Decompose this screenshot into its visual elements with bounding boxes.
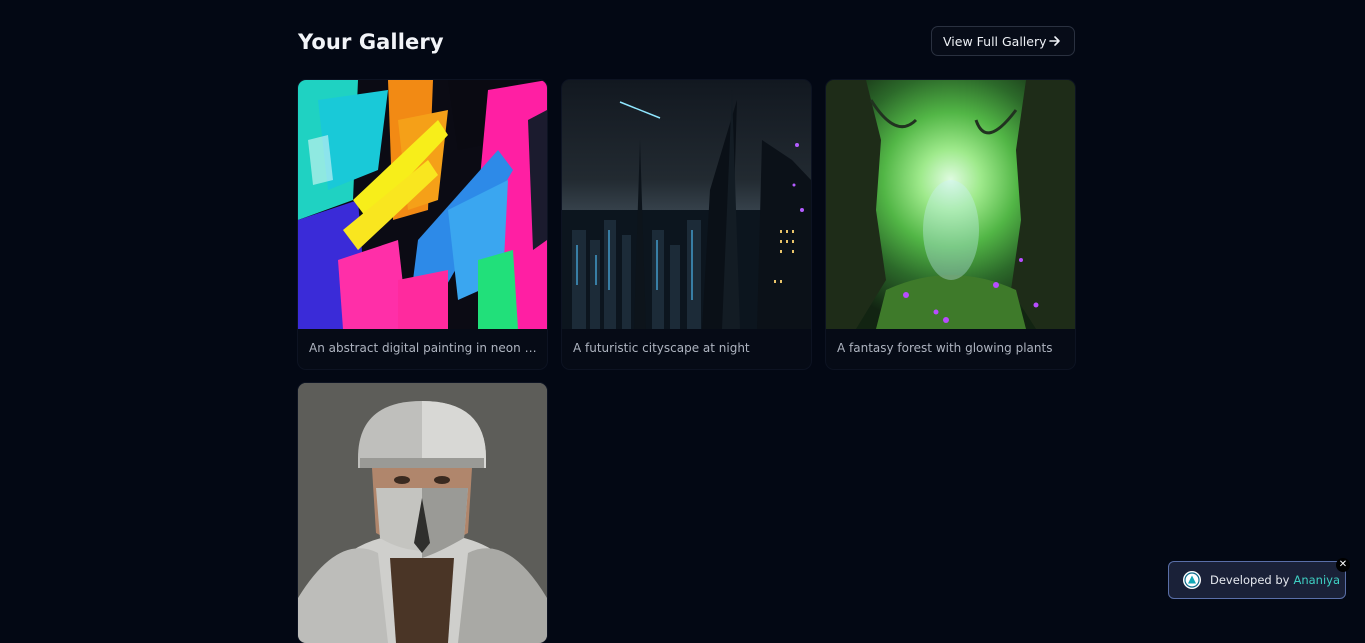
- view-full-gallery-label: View Full Gallery: [943, 33, 1047, 49]
- view-full-gallery-button[interactable]: View Full Gallery: [931, 26, 1075, 56]
- cityscape-image[interactable]: [562, 80, 811, 329]
- gallery-header: Your Gallery View Full Gallery: [298, 26, 1075, 58]
- developer-badge[interactable]: Developed by Ananiya: [1168, 561, 1346, 599]
- gallery-card[interactable]: [298, 383, 547, 643]
- badge-author-link[interactable]: Ananiya: [1293, 573, 1340, 587]
- badge-prefix: Developed by: [1210, 573, 1290, 587]
- knight-portrait-artwork: [298, 383, 547, 643]
- image-caption: A futuristic cityscape at night: [573, 341, 750, 355]
- forest-artwork: [826, 80, 1075, 329]
- triangle-logo-icon: [1183, 571, 1201, 589]
- close-icon[interactable]: ✕: [1336, 558, 1350, 572]
- gallery-card[interactable]: A futuristic cityscape at night: [562, 80, 811, 369]
- knight-portrait-image[interactable]: [298, 383, 547, 643]
- page-title: Your Gallery: [298, 30, 444, 54]
- cityscape-artwork: [562, 80, 811, 329]
- arrow-right-icon: [1049, 36, 1060, 46]
- image-caption: A fantasy forest with glowing plants: [837, 341, 1053, 355]
- image-caption: An abstract digital painting in neon col…: [309, 341, 547, 355]
- abstract-painting-image[interactable]: [298, 80, 547, 329]
- gallery-card[interactable]: A fantasy forest with glowing plants: [826, 80, 1075, 369]
- gallery-card[interactable]: An abstract digital painting in neon col…: [298, 80, 547, 369]
- forest-image[interactable]: [826, 80, 1075, 329]
- abstract-painting-artwork: [298, 80, 547, 329]
